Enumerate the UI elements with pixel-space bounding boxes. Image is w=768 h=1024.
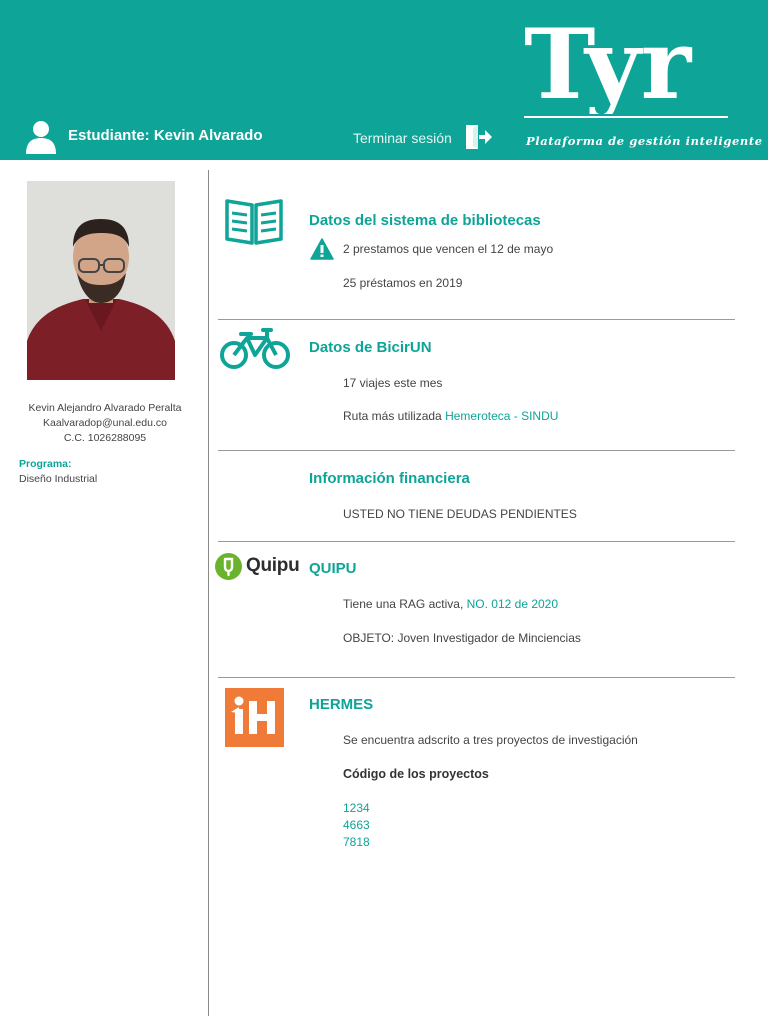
- profile-details: Kevin Alejandro Alvarado Peralta Kaalvar…: [10, 401, 200, 446]
- bicirun-route-label: Ruta más utilizada: [343, 409, 442, 423]
- tyr-logo-mark: Tyr: [524, 18, 693, 114]
- hermes-section-title: HERMES: [309, 696, 374, 713]
- profile-full-name: Kevin Alejandro Alvarado Peralta: [28, 402, 182, 414]
- library-warning-text: 2 prestamos que vencen el 12 de mayo: [343, 242, 554, 256]
- project-code-link[interactable]: 4663: [343, 818, 370, 832]
- hermes-description-text: Se encuentra adscrito a tres proyectos d…: [343, 733, 638, 747]
- open-book-icon: [225, 199, 283, 245]
- column-divider: [208, 170, 209, 1016]
- quipu-logo: Quipu: [213, 552, 300, 582]
- quipu-section-title: QUIPU: [309, 560, 357, 577]
- hermes-logo: [225, 688, 284, 747]
- quipu-logo-text: Quipu: [246, 555, 300, 576]
- library-loans-text: 25 préstamos en 2019: [343, 276, 463, 290]
- quipu-logo-circle: [215, 553, 242, 580]
- quipu-rag-row: Tiene una RAG activa, NO. 012 de 2020: [343, 597, 558, 611]
- hermes-codes-label: Código de los proyectos: [343, 767, 489, 781]
- logout-icon[interactable]: [464, 124, 492, 150]
- logo-rule: [524, 116, 728, 118]
- quipu-rag-link[interactable]: NO. 012 de 2020: [467, 597, 558, 611]
- user-title: Estudiante: Kevin Alvarado: [68, 127, 263, 144]
- bicirun-route-link[interactable]: Hemeroteca - SINDU: [445, 409, 558, 423]
- bicirun-route-row: Ruta más utilizada Hemeroteca - SINDU: [343, 409, 558, 423]
- profile-email: Kaalvaradop@unal.edu.co: [43, 417, 167, 429]
- quipu-rag-label: Tiene una RAG activa,: [343, 597, 464, 611]
- finance-section-title: Información financiera: [309, 470, 470, 487]
- profile-id-document: C.C. 1026288095: [63, 432, 147, 444]
- profile-photo: [27, 181, 175, 380]
- library-section-title: Datos del sistema de bibliotecas: [309, 212, 541, 229]
- section-divider: [218, 677, 735, 678]
- section-divider: [218, 319, 735, 320]
- user-icon: [26, 121, 56, 154]
- program-value: Diseño Industrial: [19, 473, 98, 485]
- logo-tagline: Plataforma de gestión inteligente: [526, 134, 763, 148]
- bicycle-icon: [220, 328, 290, 369]
- section-divider: [218, 541, 735, 542]
- finance-status-text: USTED NO TIENE DEUDAS PENDIENTES: [343, 507, 577, 521]
- bicirun-section-title: Datos de BicirUN: [309, 339, 432, 356]
- program-label: Programa:: [19, 458, 72, 470]
- section-divider: [218, 450, 735, 451]
- svg-text:Tyr: Tyr: [524, 18, 693, 114]
- quipu-object-text: OBJETO: Joven Investigador de Minciencia…: [343, 631, 581, 645]
- warning-icon: [310, 238, 334, 260]
- app-header: Tyr Plataforma de gestión inteligente Es…: [0, 0, 768, 160]
- project-code-link[interactable]: 1234: [343, 801, 370, 815]
- project-code-link[interactable]: 7818: [343, 835, 370, 849]
- logout-button[interactable]: Terminar sesión: [353, 130, 452, 146]
- bicirun-trips-text: 17 viajes este mes: [343, 376, 443, 390]
- tyr-logo: Tyr Plataforma de gestión inteligente: [524, 18, 762, 154]
